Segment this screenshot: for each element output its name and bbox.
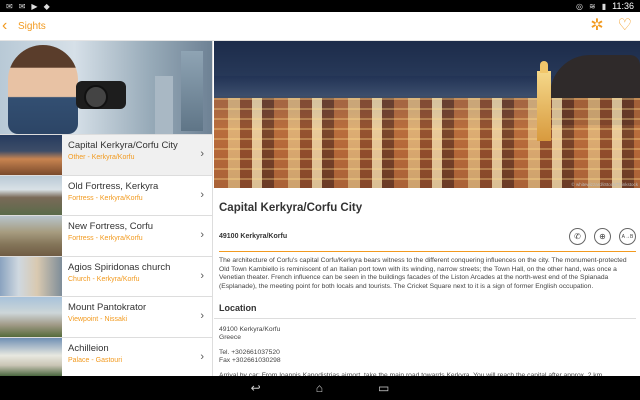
list-item-text: Capital Kerkyra/Corfu City Other - Kerky… xyxy=(62,135,212,175)
directions-icon[interactable]: A→B xyxy=(619,228,636,245)
list-item-thumbnail xyxy=(0,337,62,376)
heart-icon[interactable]: ♡ xyxy=(618,18,632,34)
list-item-subtitle: Viewpoint - Nissaki xyxy=(68,316,128,323)
list-item-title: Achilleion xyxy=(68,342,109,354)
list-item-text: Achilleion Palace - Gastouri xyxy=(62,338,212,377)
nfc-icon: ◎ xyxy=(576,1,584,11)
list-item[interactable]: Mount Pantokrator Viewpoint - Nissaki › xyxy=(0,296,212,337)
chevron-right-icon: › xyxy=(200,350,204,363)
hero-person xyxy=(8,45,78,134)
chevron-left-icon[interactable]: ‹ xyxy=(2,18,16,34)
list-item-subtitle: Other - Kerkyra/Korfu xyxy=(68,154,135,161)
location-address: 49100 Kerkyra/Korfu Greece xyxy=(214,319,640,342)
list-item-title: Mount Pantokrator xyxy=(68,302,147,313)
list-item-thumbnail xyxy=(0,135,62,175)
list-item-text: Old Fortress, Kerkyra Fortress - Kerkyra… xyxy=(62,176,212,216)
list-item-subtitle: Fortress - Kerkyra/Korfu xyxy=(68,194,143,202)
recents-nav-button[interactable]: ▭ xyxy=(378,381,389,395)
list-item-text: Mount Pantokrator Viewpoint - Nissaki xyxy=(62,297,212,337)
location-address-line: 49100 Kerkyra/Korfu xyxy=(219,326,281,333)
list-item[interactable]: Old Fortress, Kerkyra Fortress - Kerkyra… xyxy=(0,174,212,216)
location-header: Location xyxy=(214,291,636,319)
back-nav-button[interactable]: ↩ xyxy=(251,381,261,395)
phone-icon[interactable]: ✆ xyxy=(569,228,586,245)
wifi-icon: ≋ xyxy=(589,1,596,11)
android-icon: ◆ xyxy=(43,1,50,11)
app-bar-actions: ✲ ♡ xyxy=(590,18,632,34)
detail-description: The architecture of Corfu's capital Corf… xyxy=(219,257,627,290)
play-store-icon: ▶ xyxy=(31,1,38,11)
list-item-title: Capital Kerkyra/Corfu City xyxy=(68,140,178,151)
status-right-icons: ◎ ≋ ▮ 11:36 xyxy=(576,1,634,11)
chevron-right-icon: › xyxy=(200,148,204,160)
list-item-text: New Fortress, Corfu Fortress - Kerkyra/K… xyxy=(62,216,212,256)
chevron-right-icon: › xyxy=(200,188,204,201)
notification-icon: ✉ xyxy=(18,1,26,11)
hero-image xyxy=(0,41,212,134)
location-tel[interactable]: Tel. +302661037520 xyxy=(219,349,635,357)
home-nav-button[interactable]: ⌂ xyxy=(316,381,323,395)
list-item[interactable]: New Fortress, Corfu Fortress - Kerkyra/K… xyxy=(0,215,212,256)
detail-pane: © whitewizzard/iStock/Thinkstock Capital… xyxy=(214,41,640,376)
location-fax: Fax +302661030298 xyxy=(219,357,281,364)
status-bar: ✉ ✉ ▶ ◆ ◎ ≋ ▮ 11:36 xyxy=(0,0,640,12)
detail-address: 49100 Kerkyra/Korfu xyxy=(219,233,288,240)
list-item-title: New Fortress, Corfu xyxy=(68,221,153,232)
hero-building xyxy=(155,76,173,134)
list-item[interactable]: Achilleion Palace - Gastouri › xyxy=(0,336,212,377)
compass-icon[interactable]: ✲ xyxy=(590,18,603,34)
list-item-thumbnail xyxy=(0,175,62,215)
system-nav-bar: ↩ ⌂ ▭ xyxy=(0,376,640,400)
sights-list: Capital Kerkyra/Corfu City Other - Kerky… xyxy=(0,41,213,376)
list-item-thumbnail xyxy=(0,256,62,296)
list-item-thumbnail xyxy=(0,216,62,256)
status-time: 11:36 xyxy=(612,1,634,11)
location-arrival: Arrival by car: From Ioannis Kapodistria… xyxy=(219,372,605,376)
sight-photo: © whitewizzard/iStock/Thinkstock xyxy=(214,41,640,188)
detail-title: Capital Kerkyra/Corfu City xyxy=(219,202,363,214)
battery-icon: ▮ xyxy=(601,1,607,11)
notification-icon: ✉ xyxy=(6,1,13,11)
list-item-text: Agios Spiridonas church Church - Kerkyra… xyxy=(62,257,212,297)
list-item-subtitle: Church - Kerkyra/Korfu xyxy=(68,275,140,283)
list-item-subtitle: Fortress - Kerkyra/Korfu xyxy=(68,235,143,242)
list-item-title: Old Fortress, Kerkyra xyxy=(68,180,159,192)
location-country: Greece xyxy=(219,334,241,341)
location-contact: Tel. +302661037520 Fax +302661030298 xyxy=(214,342,640,365)
hero-building xyxy=(181,51,203,131)
chevron-right-icon: › xyxy=(200,310,204,322)
app-bar: ‹ Sights ✲ ♡ xyxy=(0,12,640,41)
status-left-icons: ✉ ✉ ▶ ◆ xyxy=(6,2,50,11)
list-item-subtitle: Palace - Gastouri xyxy=(68,356,123,364)
list-item-thumbnail xyxy=(0,297,62,337)
list-item[interactable]: Capital Kerkyra/Corfu City Other - Kerky… xyxy=(0,134,212,175)
photo-credit: © whitewizzard/iStock/Thinkstock xyxy=(571,182,638,187)
chevron-right-icon: › xyxy=(200,269,204,282)
list-item-title: Agios Spiridonas church xyxy=(68,261,171,273)
detail-actions: ✆ ⊕ A→B xyxy=(569,228,636,245)
app-bar-title[interactable]: Sights xyxy=(18,21,46,32)
chevron-right-icon: › xyxy=(200,229,204,241)
detail-address-row: 49100 Kerkyra/Korfu ✆ ⊕ A→B xyxy=(219,228,636,252)
camera-icon xyxy=(76,81,126,109)
photo-lights xyxy=(214,98,640,188)
list-item[interactable]: Agios Spiridonas church Church - Kerkyra… xyxy=(0,255,212,297)
globe-icon[interactable]: ⊕ xyxy=(594,228,611,245)
photo-bell-tower xyxy=(537,61,551,141)
